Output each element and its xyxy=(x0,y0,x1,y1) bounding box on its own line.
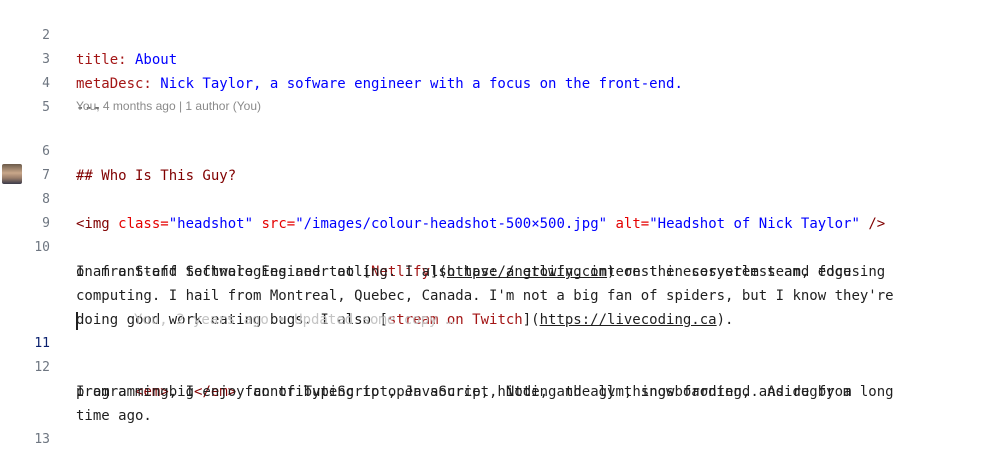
code-line-8[interactable]: 8 <img class="headshot" src="/images/col… xyxy=(0,164,1000,232)
code-line-3[interactable]: 3 metaDesc: Nick Taylor, a sofware engin… xyxy=(0,24,1000,92)
code-line-12-wrap[interactable]: programming, I enjoy contributing to ope… xyxy=(0,356,1000,400)
code-line-12[interactable]: 12 I am a <em>big</em> fan of TypeScript… xyxy=(0,332,1000,400)
code-editor[interactable]: 2 title: About 3 metaDesc: Nick Taylor, … xyxy=(0,0,1000,447)
code-line-13[interactable]: 13 xyxy=(0,404,1000,447)
code-line-7[interactable]: 7 xyxy=(0,140,1000,183)
code-line-10-wrap[interactable]: doing good work eating bugs. I also [str… xyxy=(0,284,1000,328)
code-line-9[interactable]: 9 xyxy=(0,188,1000,231)
line-number: 13 xyxy=(34,432,50,447)
code-line-4[interactable]: 4 --- xyxy=(0,48,1000,116)
code-line-10-wrap[interactable]: on front-end technologies and tooling. I… xyxy=(0,236,1000,280)
text-cursor xyxy=(76,312,78,330)
code-line-10[interactable]: 10 I am a Staff Software Engineer at [Ne… xyxy=(0,212,1000,280)
code-line-5[interactable]: 5 xyxy=(0,72,1000,115)
code-line-12-wrap[interactable]: time ago. xyxy=(0,380,1000,424)
code-line-6[interactable]: 6 ## Who Is This Guy? xyxy=(0,116,1000,184)
inline-blame-annotation: You, 2 years ago • Updated some copy … xyxy=(134,312,455,328)
code-line-2[interactable]: 2 title: About xyxy=(0,0,1000,68)
codelens-blame[interactable]: You, 4 months ago | 1 author (You) xyxy=(76,96,261,116)
code-line-10-wrap[interactable]: computing. I hail from Montreal, Quebec,… xyxy=(0,260,1000,304)
